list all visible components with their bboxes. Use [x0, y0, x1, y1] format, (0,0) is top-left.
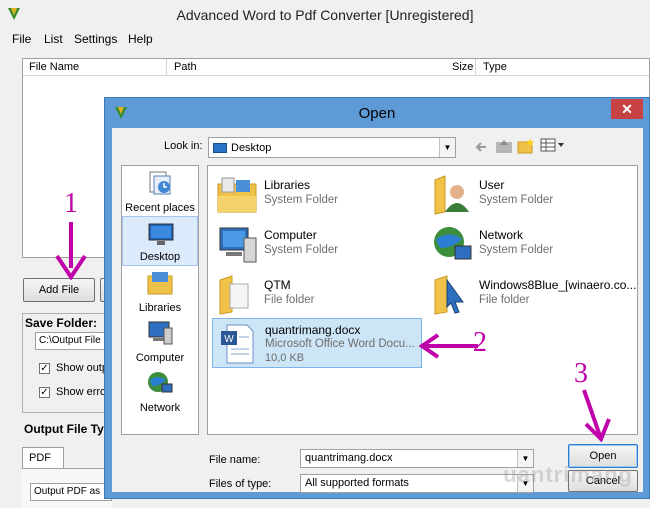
place-computer[interactable]: Computer [122, 316, 198, 366]
file-item-type: File folder [479, 294, 530, 306]
place-label: Computer [135, 352, 185, 364]
show-output-label: Show outp [56, 362, 108, 374]
file-name-label: File name: [209, 454, 261, 466]
file-item-name: Network [479, 228, 524, 242]
recent-places-icon [149, 171, 171, 195]
file-item-name: Computer [264, 228, 317, 242]
file-item-size: 10,0 KB [265, 352, 305, 364]
folder-icon [434, 275, 464, 315]
place-network[interactable]: Network [122, 366, 198, 416]
file-item-type: System Folder [479, 194, 554, 206]
look-in-label: Look in: [164, 140, 203, 152]
show-errors-label: Show erro [56, 386, 107, 398]
network-icon [434, 227, 472, 260]
file-item-type: Microsoft Office Word Docu... [265, 338, 415, 350]
file-item-name: Libraries [264, 178, 311, 192]
open-dialog-title-bar: Open ✕ [105, 98, 649, 128]
menu-file[interactable]: File [12, 32, 31, 46]
column-path[interactable]: Path [174, 61, 197, 73]
file-item-type: System Folder [479, 244, 554, 256]
file-item-computer[interactable]: Computer System Folder [212, 220, 422, 270]
annotation-arrow-down-icon [582, 389, 611, 442]
place-label: Network [139, 402, 181, 414]
places-bar: Recent places Desktop Libraries Computer… [121, 165, 199, 435]
file-item-name: User [479, 178, 505, 192]
computer-icon [219, 227, 257, 263]
watermark: uantrimang [503, 462, 633, 487]
annotation-number-3: 3 [574, 358, 588, 389]
back-icon[interactable] [474, 140, 488, 154]
view-menu-icon[interactable] [540, 138, 566, 152]
folder-icon [219, 275, 249, 315]
network-icon [148, 372, 173, 393]
desktop-icon [148, 223, 174, 245]
show-output-checkbox[interactable]: ✓ [39, 363, 50, 374]
file-list-header: File Name Path Size Type [23, 59, 649, 76]
file-item-libraries[interactable]: Libraries System Folder [212, 170, 422, 220]
annotation-number-1: 1 [64, 188, 78, 219]
look-in-value: Desktop [231, 142, 272, 154]
place-libraries[interactable]: Libraries [122, 266, 198, 316]
column-file-name[interactable]: File Name [29, 61, 79, 73]
menu-help[interactable]: Help [128, 32, 153, 46]
svg-text:W: W [224, 334, 234, 345]
column-type[interactable]: Type [483, 61, 507, 73]
file-item-windows8blue[interactable]: Windows8Blue_[winaero.co... File folder [427, 270, 637, 320]
place-label: Libraries [138, 302, 182, 314]
open-dialog-title: Open [358, 105, 396, 122]
files-of-type-label: Files of type: [209, 478, 272, 490]
file-name-input[interactable]: quantrimang.docx ▼ [300, 449, 534, 468]
file-item-name: QTM [264, 278, 291, 292]
menu-settings[interactable]: Settings [74, 32, 117, 46]
desktop-small-icon [213, 143, 227, 153]
output-pdf-select[interactable]: Output PDF as [30, 483, 112, 501]
file-item-user[interactable]: User System Folder [427, 170, 637, 220]
menu-bar: File List Settings Help [0, 30, 650, 50]
libraries-icon [147, 272, 173, 295]
place-label: Recent places [125, 202, 195, 214]
annotation-number-2: 2 [473, 327, 487, 358]
file-name-value: quantrimang.docx [305, 452, 393, 464]
output-file-type-label: Output File Typ [24, 422, 112, 436]
file-item-type: File folder [264, 294, 315, 306]
column-size[interactable]: Size [452, 61, 473, 73]
save-folder-label: Save Folder: [25, 316, 98, 330]
save-folder-input[interactable]: C:\Output File [35, 332, 113, 350]
close-button[interactable]: ✕ [611, 99, 643, 119]
file-item-name: Windows8Blue_[winaero.co... [479, 278, 637, 292]
file-item-network[interactable]: Network System Folder [427, 220, 637, 270]
annotation-arrow-down-icon [55, 222, 87, 280]
look-in-dropdown[interactable]: Desktop ▼ [208, 137, 456, 158]
files-of-type-select[interactable]: All supported formats ▼ [300, 474, 534, 493]
add-file-button[interactable]: Add File [23, 278, 95, 302]
annotation-arrow-left-icon [418, 333, 478, 359]
file-item-quantrimang-docx[interactable]: W quantrimang.docx Microsoft Office Word… [212, 318, 422, 368]
tab-pdf[interactable]: PDF [22, 447, 64, 469]
place-desktop[interactable]: Desktop [122, 216, 198, 266]
look-in-dropdown-arrow-icon[interactable]: ▼ [439, 138, 455, 157]
open-dialog: Open ✕ Look in: Desktop ▼ Recent places … [104, 97, 650, 499]
output-options-panel: Output PDF as [22, 468, 112, 508]
file-item-type: System Folder [264, 194, 339, 206]
file-item-type: System Folder [264, 244, 339, 256]
files-of-type-value: All supported formats [305, 477, 409, 489]
save-folder-group: Save Folder: C:\Output File ✓ Show outp … [22, 313, 113, 413]
up-folder-icon[interactable] [495, 138, 513, 154]
file-item-name: quantrimang.docx [265, 323, 361, 337]
word-document-icon: W [221, 324, 254, 364]
libraries-folder-icon [217, 177, 257, 213]
new-folder-icon[interactable] [517, 137, 535, 154]
open-dialog-body: Look in: Desktop ▼ Recent places Desktop… [112, 128, 643, 493]
file-item-qtm[interactable]: QTM File folder [212, 270, 422, 320]
place-recent-places[interactable]: Recent places [122, 166, 198, 216]
main-title-bar: Advanced Word to Pdf Converter [Unregist… [0, 0, 650, 30]
menu-list[interactable]: List [44, 32, 63, 46]
computer-icon [148, 321, 173, 345]
place-label: Desktop [139, 251, 181, 263]
show-errors-checkbox[interactable]: ✓ [39, 387, 50, 398]
main-window-title: Advanced Word to Pdf Converter [Unregist… [176, 7, 474, 23]
user-folder-icon [434, 175, 469, 215]
file-view[interactable]: Libraries System Folder User System Fold… [207, 165, 638, 435]
